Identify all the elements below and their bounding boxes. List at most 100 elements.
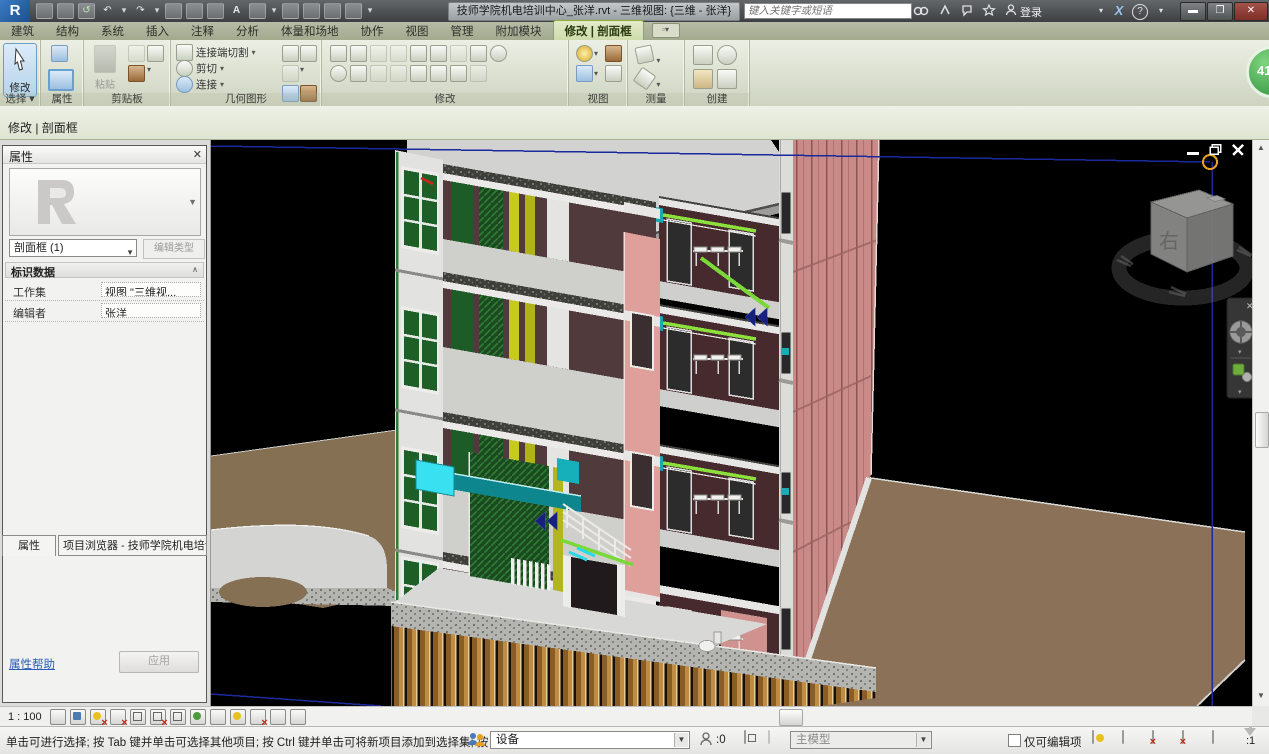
corridor-cut-wall[interactable] xyxy=(624,202,660,602)
tab-architecture[interactable]: 建筑 xyxy=(0,21,45,40)
lightbulb-icon[interactable] xyxy=(576,45,593,62)
tab-collaborate[interactable]: 协作 xyxy=(350,21,395,40)
tab-view[interactable]: 视图 xyxy=(395,21,440,40)
select-by-face-icon[interactable] xyxy=(1182,730,1184,744)
worksharing-display-icon[interactable] xyxy=(250,709,266,725)
communication-icon[interactable] xyxy=(958,3,976,19)
measure-caret-icon[interactable]: ▾ xyxy=(656,56,660,65)
section-icon[interactable] xyxy=(282,3,299,19)
view-scale[interactable]: 1 : 100 xyxy=(8,711,42,723)
open-icon[interactable] xyxy=(36,3,53,19)
trim-icon[interactable] xyxy=(350,65,367,82)
palette-close-icon[interactable]: ✕ xyxy=(193,148,202,161)
worksets-icon[interactable] xyxy=(466,731,486,751)
viewcube[interactable]: 右 xyxy=(1117,190,1252,298)
identity-data-header[interactable]: 标识数据 ∧ xyxy=(5,262,204,278)
close-button[interactable]: ✕ xyxy=(1234,2,1268,21)
tab-annotate[interactable]: 注释 xyxy=(180,21,225,40)
move-icon[interactable] xyxy=(470,45,487,62)
help-icon[interactable]: ? xyxy=(1132,4,1148,20)
tab-structure[interactable]: 结构 xyxy=(45,21,90,40)
scale-icon[interactable] xyxy=(450,45,467,62)
reveal-hidden-elements-icon[interactable] xyxy=(230,709,246,725)
3d-view[interactable]: 右 ✕ ▾ ▾ xyxy=(211,140,1253,706)
filter-count[interactable]: :1 xyxy=(1246,735,1255,747)
properties-palette-icon[interactable] xyxy=(51,45,68,62)
ribbon-collapse-toggle[interactable]: ▫▾ xyxy=(652,23,680,38)
properties-palette-header[interactable]: 属性 xyxy=(3,146,206,164)
mirror-axis-icon[interactable] xyxy=(390,45,407,62)
override-graphics-icon[interactable] xyxy=(605,65,622,82)
tab-insert[interactable]: 插入 xyxy=(135,21,180,40)
beam-coping-icon[interactable] xyxy=(282,45,299,62)
search-binoculars-icon[interactable] xyxy=(912,3,930,19)
tab-analyze[interactable]: 分析 xyxy=(225,21,270,40)
favorites-star-icon[interactable] xyxy=(980,3,998,19)
paste-button[interactable]: 粘贴 xyxy=(92,45,118,91)
group-icon[interactable] xyxy=(390,65,407,82)
undo-caret-icon[interactable] xyxy=(120,4,128,18)
driveway[interactable] xyxy=(211,525,397,607)
design-options-icon[interactable] xyxy=(744,730,746,744)
align-dim-icon[interactable] xyxy=(430,45,447,62)
view-window-controls[interactable] xyxy=(1187,145,1243,156)
hide-elements-icon[interactable] xyxy=(576,65,593,82)
view-minimize-icon[interactable] xyxy=(1187,152,1199,155)
measure-tool-icon[interactable] xyxy=(634,44,654,64)
load-family-folder-icon[interactable] xyxy=(693,69,713,89)
offset-icon[interactable] xyxy=(350,45,367,62)
type-properties-icon[interactable] xyxy=(48,69,74,91)
editing-requests-icon[interactable] xyxy=(700,732,714,750)
vertical-scrollbar[interactable]: ▲ ▼ xyxy=(1252,140,1269,706)
tab-properties-palette[interactable]: 属性 xyxy=(2,535,56,556)
subscription-icon[interactable] xyxy=(936,3,954,19)
delete-icon[interactable] xyxy=(470,65,487,82)
view-restore-icon[interactable] xyxy=(1210,145,1221,155)
visual-style-icon[interactable] xyxy=(70,709,86,725)
temporary-view-properties-icon[interactable] xyxy=(270,709,286,725)
clipboard-caret-icon[interactable]: ▾ xyxy=(147,65,163,82)
sun-path-icon[interactable] xyxy=(90,709,106,725)
pin-icon[interactable] xyxy=(410,65,427,82)
unjoin-icon[interactable] xyxy=(282,65,299,82)
view-caret-icon[interactable]: ▾ xyxy=(594,49,602,58)
scroll-down-icon[interactable]: ▼ xyxy=(1255,690,1267,702)
select-pinned-icon[interactable] xyxy=(1152,730,1154,744)
tab-project-browser[interactable]: 项目浏览器 - 技师学院机电培训... xyxy=(58,535,207,556)
select-underlay-icon[interactable] xyxy=(1122,730,1124,744)
help-caret-icon[interactable]: ▾ xyxy=(1152,3,1170,19)
tab-addins[interactable]: 附加模块 xyxy=(485,21,553,40)
align-icon[interactable] xyxy=(330,45,347,62)
tab-massing-site[interactable]: 体量和场地 xyxy=(270,21,350,40)
locked-3d-view-icon[interactable] xyxy=(190,709,206,725)
infocenter-search-input[interactable] xyxy=(744,3,912,19)
horizontal-scrollbar-thumb[interactable] xyxy=(779,709,803,726)
text-icon[interactable] xyxy=(228,3,245,19)
wall-opening-icon[interactable] xyxy=(300,45,317,62)
maximize-button[interactable]: ❐ xyxy=(1207,2,1233,21)
revit-app-menu[interactable]: R xyxy=(0,0,30,22)
navigation-bar[interactable]: ✕ ▾ ▾ xyxy=(1227,298,1253,398)
default-3d-view-icon[interactable] xyxy=(249,3,266,19)
preview-caret-icon[interactable]: ▼ xyxy=(188,197,197,207)
rendering-dialog-icon[interactable] xyxy=(130,709,146,725)
thin-lines-icon[interactable] xyxy=(303,3,320,19)
redo-icon[interactable] xyxy=(132,3,149,19)
signin-caret-icon[interactable]: ▾ xyxy=(1092,3,1110,19)
building-model[interactable] xyxy=(211,140,1245,706)
qat-customize-caret-icon[interactable] xyxy=(366,4,374,18)
create-similar-icon[interactable] xyxy=(717,45,737,65)
panel-select-label[interactable]: 选择 ▾ xyxy=(0,93,40,106)
dimension-caret-icon[interactable]: ▾ xyxy=(656,80,660,89)
tab-manage[interactable]: 管理 xyxy=(440,21,485,40)
temporary-hide-isolate-icon[interactable] xyxy=(210,709,226,725)
dimension-tool-icon[interactable] xyxy=(633,67,657,91)
workset-value[interactable]: 视图 "三维视... xyxy=(101,282,201,297)
detail-level-icon[interactable] xyxy=(50,709,66,725)
collapse-chevron-icon[interactable]: ∧ xyxy=(192,265,198,274)
steering-wheel-icon[interactable] xyxy=(1230,321,1252,343)
rotate-icon[interactable] xyxy=(330,65,347,82)
save-icon[interactable] xyxy=(57,3,74,19)
undo-icon[interactable] xyxy=(99,3,116,19)
navbar-more-caret-icon[interactable]: ▾ xyxy=(1238,389,1242,396)
